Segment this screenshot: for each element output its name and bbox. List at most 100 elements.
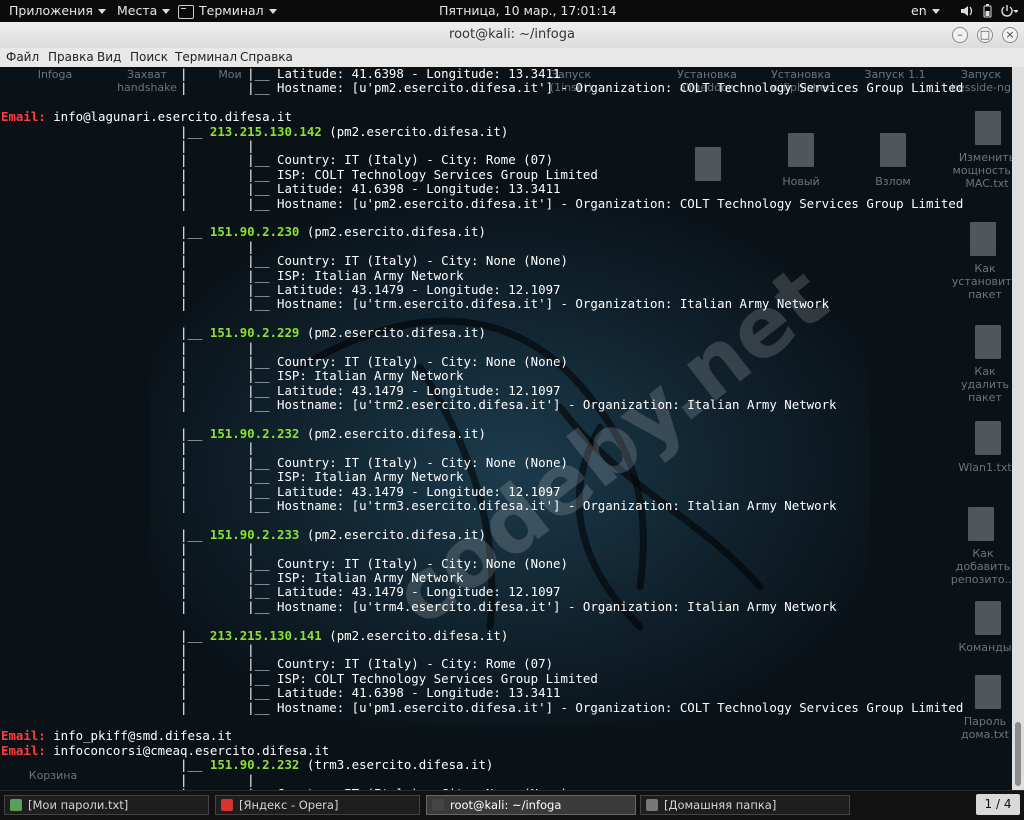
status-icons [961, 4, 1019, 18]
terminal-text: |__ [1, 325, 210, 341]
scrollbar-thumb[interactable] [1015, 722, 1021, 786]
window-list-taskbar: [Мои пароли.txt] [Яндекс - Opera] root@k… [0, 790, 1024, 820]
menu-search[interactable]: Поиск [130, 50, 168, 64]
email-label: Email: [1, 728, 46, 744]
desktop-icon-label: Запуск 1.1 [864, 68, 926, 81]
desktop-icon-label: Как добавить репозито... [950, 547, 1012, 586]
terminal-text: | | [1, 138, 255, 153]
terminal-icon [432, 799, 444, 811]
chevron-down-icon [931, 9, 940, 14]
terminal-line: | |__ Hostname: [u'pm2.esercito.difesa.i… [1, 195, 964, 212]
terminal-text: | |__ ISP: Italian Army Network [1, 469, 464, 485]
terminal-app-label: Терминал [199, 3, 264, 18]
menu-edit[interactable]: Правка [48, 50, 94, 64]
terminal-text: |__ [1, 123, 210, 139]
taskbar-item-terminal[interactable]: root@kali: ~/infoga [426, 795, 636, 815]
terminal-text: | |__ ISP: Italian Army Network [1, 267, 464, 283]
terminal-text: (pm2.esercito.difesa.it) [299, 426, 486, 441]
terminal-text: | |__ ISP: COLT Technology Services Grou… [1, 670, 598, 686]
system-top-bar: Приложения Места Терминал Пятница, 10 ма… [0, 0, 1024, 22]
minimize-button[interactable]: – [952, 27, 968, 43]
close-button[interactable]: × [1002, 27, 1018, 43]
file-icon [968, 507, 994, 541]
email-label: Email: [1, 109, 46, 125]
battery-icon [983, 4, 992, 18]
ip-address: 213.215.130.141 [209, 627, 322, 643]
doc-file-icon [880, 133, 906, 167]
clock[interactable]: Пятница, 10 мар., 17:01:14 [439, 3, 617, 18]
status-area[interactable] [960, 2, 1019, 23]
window-title: root@kali: ~/infoga [449, 27, 575, 42]
desktop-icon-label: Как установить пакет [951, 262, 1012, 301]
terminal-scrollbar[interactable] [1012, 67, 1024, 790]
terminal-output[interactable]: Infoga Захват handshake Мои Запуск (1ins… [0, 67, 1012, 790]
taskbar-item-opera[interactable]: [Яндекс - Opera] [215, 795, 420, 815]
minimize-icon: – [957, 28, 963, 41]
file-icon [970, 222, 996, 256]
terminal-text: | | [1, 339, 255, 355]
terminal-text: |__ [1, 526, 210, 542]
terminal-text: | |__ Latitude: 41.6398 - Longitude: 13.… [1, 685, 561, 701]
terminal-text: | |__ Country: IT (Italy) - City: Rome (… [1, 656, 554, 672]
desktop-icon-label: Изменить мощность и MAC.txt [952, 151, 1012, 190]
language-label: en [911, 3, 927, 18]
terminal-text: | |__ Hostname: [u'pm2.esercito.difesa.i… [1, 195, 964, 211]
menu-file[interactable]: Файл [6, 50, 39, 64]
volume-icon [961, 6, 973, 16]
terminal-text: | |__ Country: IT (Italy) - City: None (… [1, 253, 568, 269]
terminal-line: | |__ Hostname: [u'trm3.esercito.difesa.… [1, 498, 837, 514]
chevron-down-icon [268, 9, 277, 14]
places-menu[interactable]: Места [117, 3, 171, 18]
terminal-text: | |__ Latitude: 41.6398 - Longitude: 13.… [1, 67, 561, 81]
terminal-text: |__ [1, 426, 210, 441]
desktop-icon-label: Взлом [875, 175, 911, 188]
applications-menu[interactable]: Приложения [9, 3, 106, 18]
terminal-text: | |__ Hostname: [u'pm2.esercito.difesa.i… [1, 80, 964, 96]
terminal-text: | |__ Hostname: [u'trm3.esercito.difesa.… [1, 498, 837, 513]
terminal-text: |__ [1, 757, 210, 773]
terminal-text: |__ [1, 224, 210, 240]
taskbar-item-label: [Домашняя папка] [664, 798, 777, 812]
terminal-text: | | [1, 771, 255, 787]
terminal-text: | | [1, 541, 255, 557]
text-editor-icon [10, 799, 22, 811]
terminal-text: | |__ Country: IT (Italy) - City: Rome (… [1, 152, 554, 168]
close-icon: × [1005, 28, 1015, 41]
language-indicator[interactable]: en [911, 3, 940, 18]
terminal-text: | |__ Hostname: [u'pm1.esercito.difesa.i… [1, 699, 964, 715]
maximize-button[interactable]: □ [977, 27, 993, 43]
power-icon [1001, 5, 1013, 17]
terminal-text: (pm2.esercito.difesa.it) [299, 325, 486, 341]
desktop-icon-label: Как удалить пакет [961, 365, 1009, 404]
ip-address: 151.90.2.229 [209, 325, 300, 341]
folder-icon [646, 799, 658, 811]
terminal-text: | |__ Latitude: 41.6398 - Longitude: 13.… [1, 181, 561, 197]
applications-label: Приложения [9, 3, 93, 18]
desktop-icon-label: Новый [782, 175, 820, 188]
file-icon [695, 147, 721, 181]
places-label: Места [117, 3, 158, 18]
terminal-app-menu[interactable]: Терминал [178, 3, 277, 19]
menu-help[interactable]: Справка [240, 50, 293, 64]
terminal-text: | |__ ISP: COLT Technology Services Grou… [1, 166, 598, 182]
file-icon [975, 675, 1001, 709]
ip-address: 213.215.130.142 [209, 123, 322, 139]
terminal-text: | | [1, 642, 255, 657]
workspace-pager[interactable]: 1 / 4 [976, 794, 1020, 815]
terminal-line: | |__ Hostname: [u'pm2.esercito.difesa.i… [1, 81, 963, 96]
taskbar-item-home-folder[interactable]: [Домашняя папка] [640, 795, 850, 815]
taskbar-item-passwords-file[interactable]: [Мои пароли.txt] [4, 795, 209, 815]
file-icon [975, 421, 1001, 455]
terminal-line: | |__ Hostname: [u'pm1.esercito.difesa.i… [1, 699, 964, 716]
window-title-bar[interactable]: root@kali: ~/infoga – □ × [0, 22, 1024, 49]
ip-address: 151.90.2.233 [209, 526, 300, 542]
menu-view[interactable]: Вид [97, 50, 121, 64]
menu-terminal[interactable]: Терминал [175, 50, 237, 64]
terminal-menu-bar: Файл Правка Вид Поиск Терминал Справка [0, 48, 1024, 68]
terminal-text: | |__ Country: IT (Italy) - City: None (… [1, 454, 568, 470]
file-icon [975, 325, 1001, 359]
taskbar-item-label: root@kali: ~/infoga [450, 798, 562, 812]
ip-address: 151.90.2.230 [209, 224, 300, 240]
terminal-text: (pm2.esercito.difesa.it) [299, 224, 486, 240]
file-icon [975, 111, 1001, 145]
